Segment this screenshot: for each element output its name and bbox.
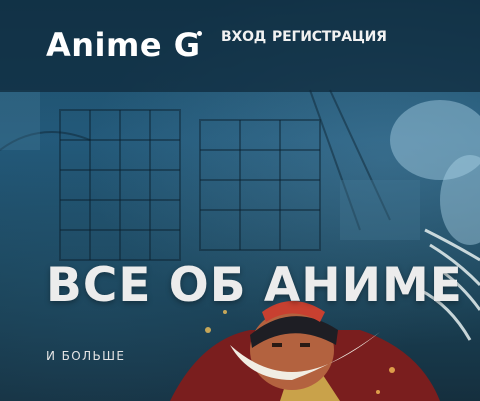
hero-title: ВСЕ ОБ АНИМЕ bbox=[46, 258, 463, 313]
hero-subtitle: И БОЛЬШЕ bbox=[46, 349, 126, 363]
logo-dot-icon bbox=[197, 31, 202, 36]
login-link[interactable]: ВХОД bbox=[221, 29, 266, 45]
site-logo[interactable]: Anime G bbox=[46, 26, 200, 64]
auth-nav: ВХОД РЕГИСТРАЦИЯ bbox=[221, 29, 387, 45]
top-navigation-bar: Anime G ВХОД РЕГИСТРАЦИЯ bbox=[0, 0, 480, 92]
register-link[interactable]: РЕГИСТРАЦИЯ bbox=[272, 29, 387, 45]
